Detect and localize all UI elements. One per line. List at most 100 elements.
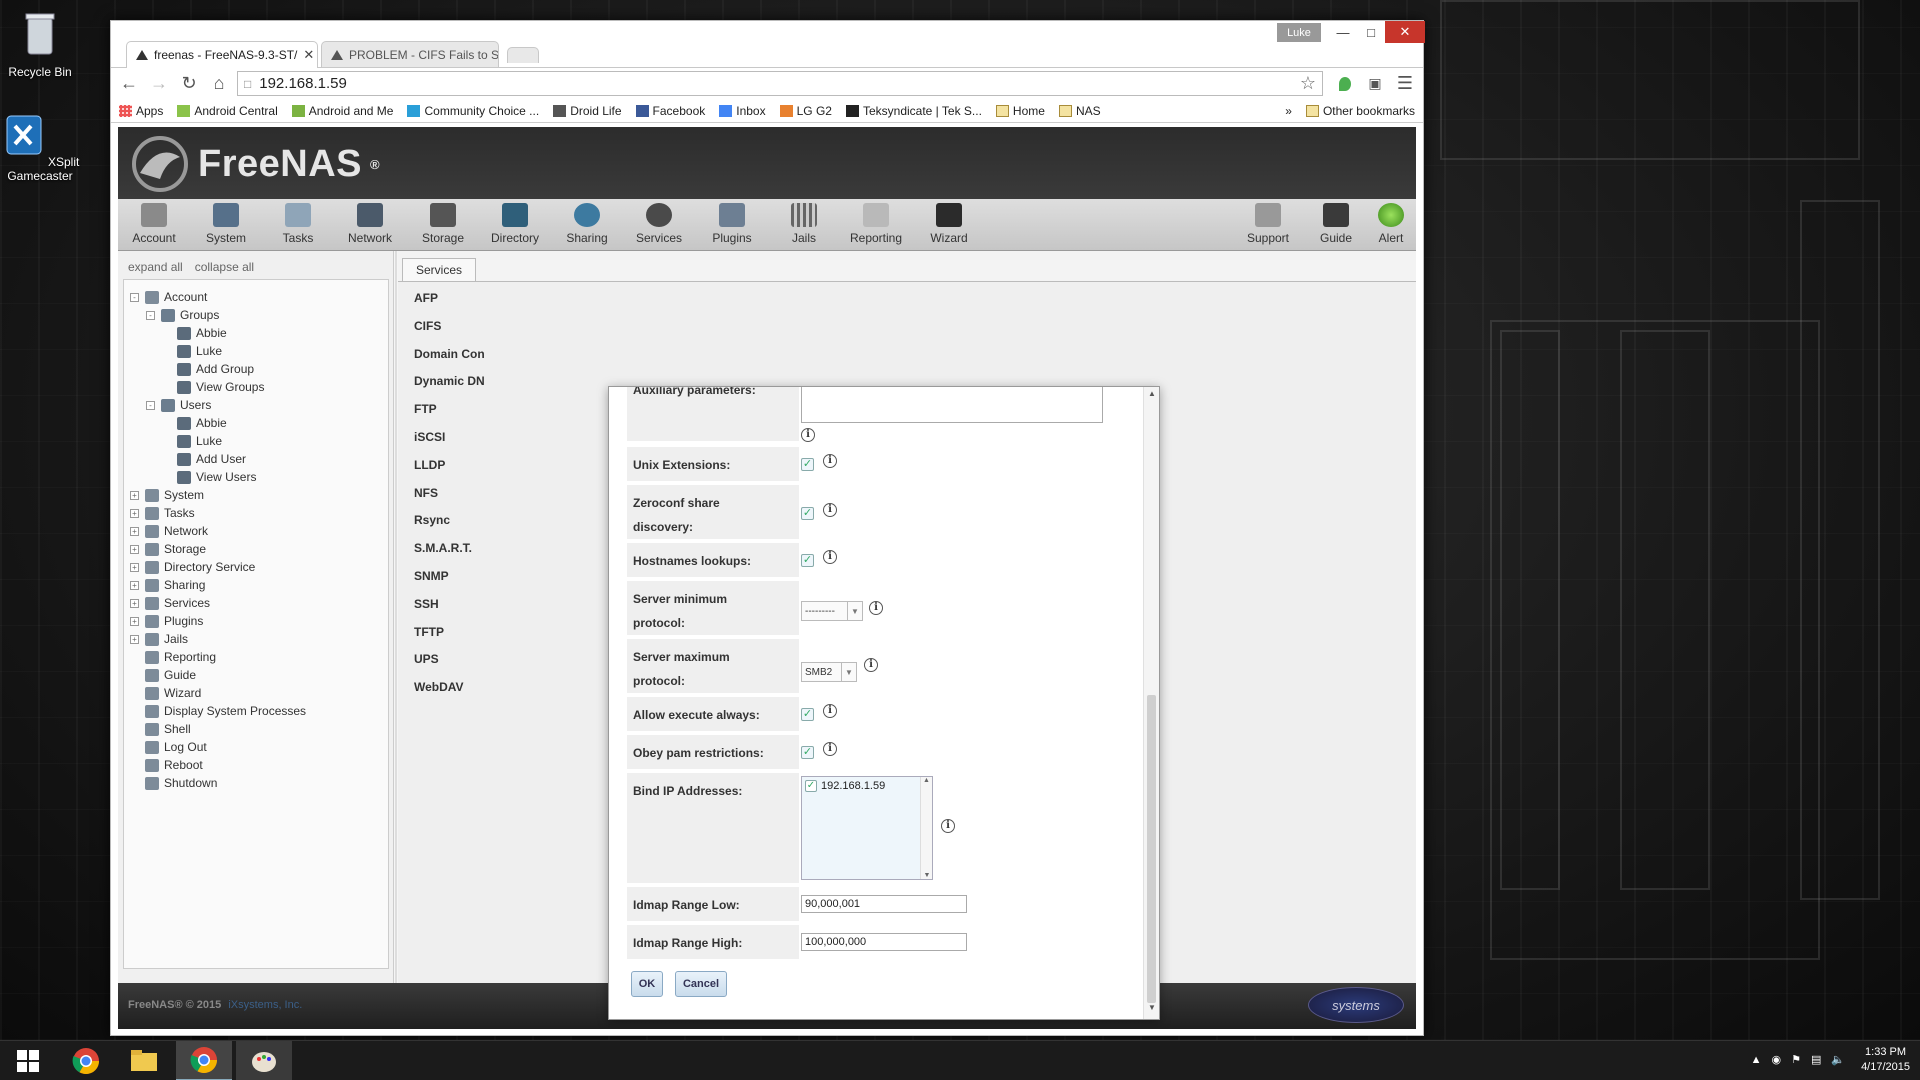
scroll-up-icon[interactable]: ▲ — [1144, 389, 1159, 403]
tree-item[interactable]: Luke — [162, 342, 222, 360]
menu-storage[interactable]: Storage — [411, 203, 475, 245]
bookmark-folder-home[interactable]: Home — [995, 104, 1045, 118]
action-center-flag-icon[interactable]: ⚑ — [1791, 1053, 1801, 1068]
home-icon[interactable]: ⌂ — [207, 72, 231, 96]
expand-icon[interactable]: + — [130, 544, 139, 554]
bookmark-inbox[interactable]: Inbox — [719, 104, 766, 118]
allow-execute-always-checkbox[interactable]: ✓ — [801, 708, 814, 721]
service-item[interactable]: Rsync — [414, 513, 450, 527]
dialog-scrollbar[interactable]: ▲ ▼ — [1143, 387, 1159, 1019]
service-item[interactable]: SNMP — [414, 569, 449, 583]
tree-item[interactable]: - Account — [130, 288, 207, 306]
service-item[interactable]: WebDAV — [414, 680, 464, 694]
expand-icon[interactable]: + — [130, 562, 139, 572]
chrome-menu-icon[interactable]: ☰ — [1393, 72, 1417, 96]
bind-ip-listbox[interactable]: ✓ 192.168.1.59 ▲ ▼ — [801, 776, 933, 880]
tree-item[interactable]: + Services — [130, 594, 210, 612]
bookmark-android-central[interactable]: Android Central — [177, 104, 278, 118]
tree-item[interactable]: + Tasks — [130, 504, 195, 522]
tree-item[interactable]: Luke — [162, 432, 222, 450]
ixsystems-logo[interactable]: systems — [1308, 987, 1404, 1023]
tree-item[interactable]: Abbie — [162, 414, 227, 432]
recycle-bin-icon[interactable]: Recycle Bin — [0, 8, 80, 79]
tree-item[interactable]: Add User — [162, 450, 246, 468]
menu-plugins[interactable]: Plugins — [700, 203, 764, 245]
taskbar-paint[interactable] — [236, 1041, 292, 1080]
tab-problem-cifs[interactable]: PROBLEM - CIFS Fails to S ✕ — [321, 41, 499, 68]
tree-item[interactable]: View Users — [162, 468, 256, 486]
ixsystems-link[interactable]: iXsystems, Inc. — [228, 999, 302, 1011]
tree-item[interactable]: View Groups — [162, 378, 264, 396]
reload-icon[interactable]: ↻ — [177, 72, 201, 96]
tree-item[interactable]: + Storage — [130, 540, 206, 558]
collapse-all-link[interactable]: collapse all — [195, 260, 254, 274]
service-item[interactable]: Domain Con — [414, 347, 485, 361]
info-icon[interactable]: i — [801, 428, 815, 442]
tree-item[interactable]: Reboot — [130, 756, 203, 774]
info-icon[interactable]: i — [823, 454, 837, 468]
menu-jails[interactable]: Jails — [772, 203, 836, 245]
tree-item[interactable]: + Directory Service — [130, 558, 255, 576]
tree-item[interactable]: Display System Processes — [130, 702, 306, 720]
tree-item[interactable]: Reporting — [130, 648, 216, 666]
freenas-logo[interactable]: FreeNAS ® — [130, 135, 380, 193]
info-icon[interactable]: i — [823, 704, 837, 718]
menu-alert[interactable]: Alert — [1359, 203, 1416, 245]
bookmark-community-choice[interactable]: Community Choice ... — [407, 104, 539, 118]
tree-item[interactable]: Abbie — [162, 324, 227, 342]
minimize-button[interactable]: — — [1329, 21, 1357, 43]
obey-pam-restrictions-checkbox[interactable]: ✓ — [801, 746, 814, 759]
taskbar-chrome-pinned[interactable] — [58, 1041, 114, 1080]
idmap-range-high-input[interactable]: 100,000,000 — [801, 933, 967, 951]
tree-item[interactable]: Wizard — [130, 684, 201, 702]
expand-icon[interactable]: + — [130, 616, 139, 626]
bookmark-other[interactable]: Other bookmarks — [1305, 104, 1415, 118]
menu-services[interactable]: Services — [627, 203, 691, 245]
scroll-up-icon[interactable]: ▲ — [921, 777, 932, 784]
volume-icon[interactable]: 🔈 — [1831, 1053, 1845, 1068]
taskbar-chrome-active[interactable] — [176, 1041, 232, 1080]
collapse-icon[interactable]: - — [146, 310, 155, 320]
steam-icon[interactable]: ◉ — [1771, 1053, 1781, 1068]
info-icon[interactable]: i — [864, 658, 878, 672]
clock[interactable]: 1:33 PM 4/17/2015 — [1861, 1045, 1910, 1075]
service-item[interactable]: iSCSI — [414, 430, 445, 444]
forward-icon[interactable]: → — [147, 72, 171, 96]
menu-account[interactable]: Account — [122, 203, 186, 245]
scroll-down-icon[interactable]: ▼ — [1144, 1003, 1159, 1017]
back-icon[interactable]: ← — [117, 72, 141, 96]
xsplit-gamecaster-icon[interactable]: XSplit Gamecaster — [0, 112, 80, 183]
service-item[interactable]: TFTP — [414, 625, 444, 639]
info-icon[interactable]: i — [823, 550, 837, 564]
extension-green-icon[interactable] — [1333, 72, 1357, 96]
menu-tasks[interactable]: Tasks — [266, 203, 330, 245]
menu-sharing[interactable]: Sharing — [555, 203, 619, 245]
cancel-button[interactable]: Cancel — [675, 971, 727, 997]
tree-item[interactable]: Guide — [130, 666, 196, 684]
service-item[interactable]: Dynamic DN — [414, 374, 485, 388]
menu-system[interactable]: System — [194, 203, 258, 245]
expand-icon[interactable]: + — [130, 598, 139, 608]
info-icon[interactable]: i — [941, 819, 955, 833]
tree-item[interactable]: - Users — [146, 396, 211, 414]
service-item[interactable]: AFP — [414, 291, 438, 305]
server-minimum-protocol-select[interactable]: --------- ▼ — [801, 601, 863, 621]
maximize-button[interactable]: □ — [1357, 21, 1385, 43]
server-maximum-protocol-select[interactable]: SMB2 ▼ — [801, 662, 857, 682]
expand-icon[interactable]: + — [130, 526, 139, 536]
collapse-icon[interactable]: - — [130, 292, 139, 302]
taskbar-file-explorer[interactable] — [116, 1041, 172, 1080]
hostnames-lookups-checkbox[interactable]: ✓ — [801, 554, 814, 567]
service-item[interactable]: NFS — [414, 486, 438, 500]
bookmark-android-and-me[interactable]: Android and Me — [291, 104, 393, 118]
menu-support[interactable]: Support — [1236, 203, 1300, 245]
bookmarks-overflow[interactable]: » — [1285, 104, 1292, 118]
bind-ip-checkbox[interactable]: ✓ — [805, 780, 817, 792]
collapse-icon[interactable]: - — [146, 400, 155, 410]
service-item[interactable]: LLDP — [414, 458, 445, 472]
panel-splitter[interactable] — [395, 251, 397, 983]
profile-badge[interactable]: Luke — [1277, 23, 1321, 42]
tree-item[interactable]: + Plugins — [130, 612, 203, 630]
tree-item[interactable]: + Jails — [130, 630, 188, 648]
menu-network[interactable]: Network — [338, 203, 402, 245]
